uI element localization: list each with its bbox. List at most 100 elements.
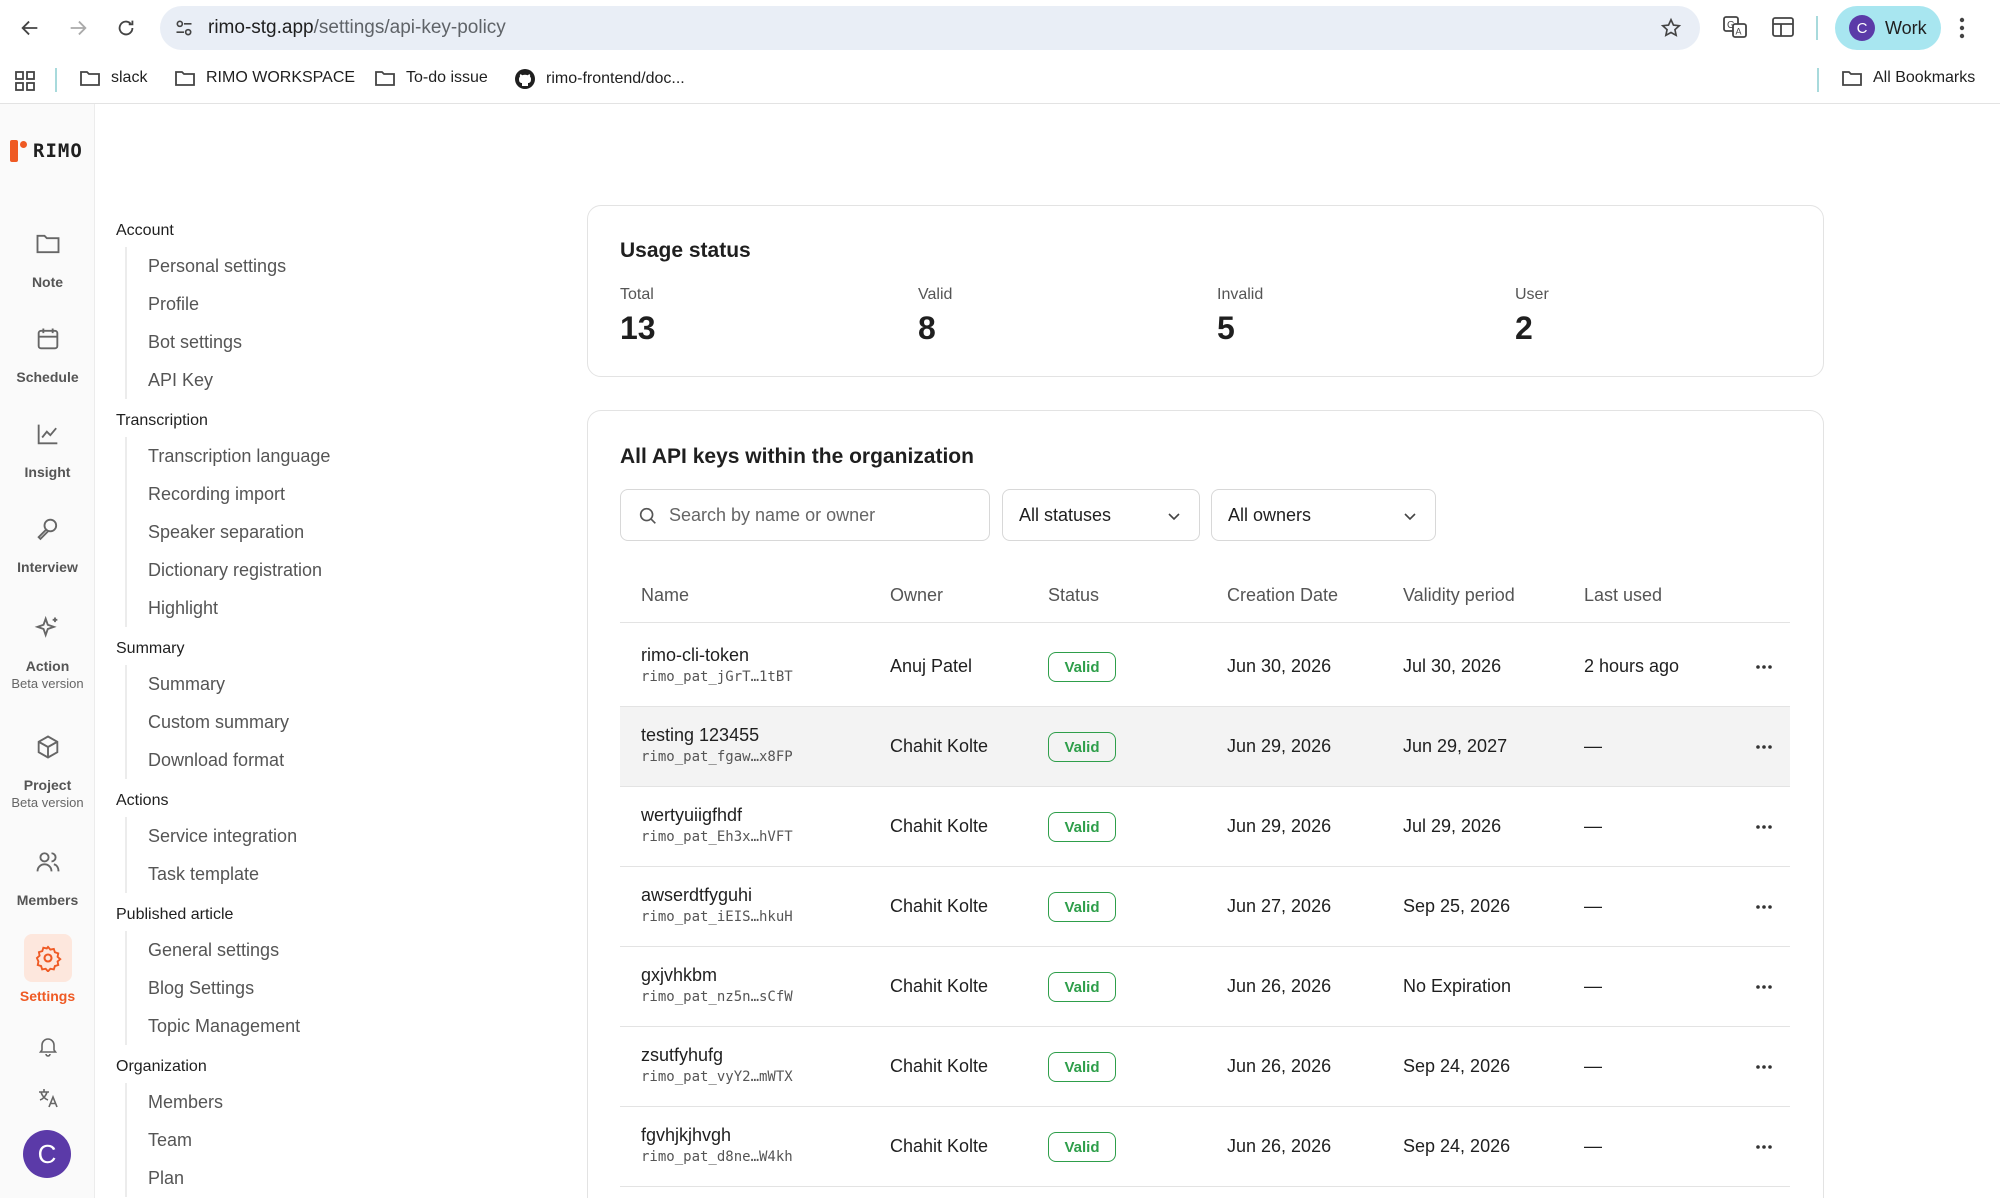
all-bookmarks-button[interactable]: All Bookmarks [1841, 68, 1975, 88]
more-options-icon[interactable] [1754, 1057, 1774, 1077]
settings-item-members[interactable]: Members [125, 1083, 223, 1121]
settings-item-transcription-language[interactable]: Transcription language [125, 437, 330, 475]
search-input[interactable] [669, 500, 969, 530]
key-name: wertyuiigfhdf [641, 805, 743, 825]
bookmark-rimo-workspace[interactable]: RIMO WORKSPACE [174, 68, 355, 88]
user-avatar[interactable]: C [23, 1130, 71, 1178]
column-header-name[interactable]: Name [641, 585, 689, 606]
calendar-icon [37, 328, 58, 350]
settings-item-highlight[interactable]: Highlight [125, 589, 218, 627]
address-bar[interactable]: rimo-stg.app/settings/api-key-policy [160, 6, 1700, 50]
svg-text:A: A [1736, 27, 1742, 37]
settings-section-summary: Summary [116, 640, 185, 657]
settings-item-personal-settings[interactable]: Personal settings [125, 247, 286, 285]
table-row[interactable]: rimo-cli-token rimo_pat_jGrT…1tBT Anuj P… [620, 627, 1790, 707]
more-options-icon[interactable] [1754, 897, 1774, 917]
table-row[interactable]: testing 123455 rimo_pat_fgaw…x8FP Chahit… [620, 707, 1790, 787]
more-options-icon[interactable] [1754, 657, 1774, 677]
key-token: rimo_pat_d8ne…W4kh [641, 1149, 793, 1165]
rail-label: Action [25, 658, 70, 674]
key-name: gxjvhkbm [641, 965, 718, 985]
table-row[interactable]: fgvhjkjhvgh rimo_pat_d8ne…W4kh Chahit Ko… [620, 1107, 1790, 1187]
app-rail: RIMO Note Schedule Insight Interview Act… [0, 104, 95, 1198]
back-button[interactable] [10, 8, 50, 48]
apps-grid-icon[interactable] [14, 70, 36, 92]
folder-icon [80, 71, 100, 86]
rail-item-action[interactable]: Action Beta version [0, 604, 95, 691]
more-options-icon[interactable] [1754, 1137, 1774, 1157]
key-owner: Chahit Kolte [890, 736, 989, 756]
settings-item-bot-settings[interactable]: Bot settings [125, 323, 242, 361]
bookmark-rimo-frontend[interactable]: rimo-frontend/doc... [514, 68, 685, 90]
language-button[interactable] [0, 1074, 95, 1122]
key-validity-period: Sep 24, 2026 [1403, 1056, 1511, 1076]
status-filter-select[interactable]: All statuses [1002, 489, 1200, 541]
rail-item-settings[interactable]: Settings [0, 934, 95, 1004]
rail-item-insight[interactable]: Insight [0, 410, 95, 480]
bookmark-slack[interactable]: slack [79, 68, 147, 88]
more-options-icon[interactable] [1754, 977, 1774, 997]
settings-item-speaker-separation[interactable]: Speaker separation [125, 513, 304, 551]
rail-item-note[interactable]: Note [0, 220, 95, 290]
folder-icon [175, 71, 195, 86]
key-validity-period: Sep 24, 2026 [1403, 1136, 1511, 1156]
settings-item-blog-settings[interactable]: Blog Settings [125, 969, 254, 1007]
owner-filter-select[interactable]: All owners [1211, 489, 1436, 541]
settings-item-service-integration[interactable]: Service integration [125, 817, 297, 855]
key-owner: Anuj Patel [890, 656, 973, 676]
reload-button[interactable] [106, 8, 146, 48]
key-name: rimo-cli-token [641, 645, 750, 665]
microphone-icon [36, 518, 57, 541]
side-panel-icon[interactable] [1770, 14, 1796, 40]
rail-item-project[interactable]: Project Beta version [0, 723, 95, 810]
more-options-icon[interactable] [1754, 737, 1774, 757]
search-field[interactable] [620, 489, 990, 541]
column-header-creation-date[interactable]: Creation Date [1227, 585, 1338, 606]
column-header-status[interactable]: Status [1048, 585, 1099, 606]
bookmark-todo-issue[interactable]: To-do issue [374, 68, 488, 88]
profile-chip[interactable]: C Work [1835, 6, 1941, 50]
more-options-icon[interactable] [1754, 817, 1774, 837]
usage-status-card: Usage status Total 13 Valid 8 Invalid 5 … [587, 205, 1824, 377]
logo-dot [20, 140, 27, 148]
table-row[interactable]: awserdtfyguhi rimo_pat_iEIS…hkuH Chahit … [620, 867, 1790, 947]
rail-item-schedule[interactable]: Schedule [0, 315, 95, 385]
stat-user: User 2 [1515, 286, 1549, 347]
table-header: Name Owner Status Creation Date Validity… [620, 573, 1790, 623]
settings-item-topic-management[interactable]: Topic Management [125, 1007, 300, 1045]
rail-item-members[interactable]: Members [0, 838, 95, 908]
settings-item-summary[interactable]: Summary [125, 665, 225, 703]
chevron-down-icon [1168, 513, 1180, 521]
column-header-last-used[interactable]: Last used [1584, 585, 1662, 606]
table-row[interactable]: gxjvhkbm rimo_pat_nz5n…sCfW Chahit Kolte… [620, 947, 1790, 1027]
rail-item-interview[interactable]: Interview [0, 505, 95, 575]
settings-item-recording-import[interactable]: Recording import [125, 475, 285, 513]
settings-item-custom-summary[interactable]: Custom summary [125, 703, 289, 741]
logo-mark [10, 140, 18, 162]
status-badge: Valid [1048, 812, 1116, 842]
column-header-owner[interactable]: Owner [890, 585, 943, 606]
table-row[interactable]: wertyuiigfhdf rimo_pat_Eh3x…hVFT Chahit … [620, 787, 1790, 867]
settings-item-download-format[interactable]: Download format [125, 741, 284, 779]
settings-item-profile[interactable]: Profile [125, 285, 199, 323]
notifications-button[interactable] [0, 1022, 95, 1070]
key-last-used: — [1584, 1056, 1602, 1076]
settings-item-api-key[interactable]: API Key [125, 361, 213, 399]
settings-item-dictionary-registration[interactable]: Dictionary registration [125, 551, 322, 589]
rimo-logo[interactable]: RIMO [10, 140, 83, 162]
status-badge: Valid [1048, 1052, 1116, 1082]
column-header-validity-period[interactable]: Validity period [1403, 585, 1515, 606]
settings-item-general-settings[interactable]: General settings [125, 931, 279, 969]
browser-menu-icon[interactable] [1958, 16, 1966, 40]
forward-button[interactable] [58, 8, 98, 48]
translate-icon[interactable]: GA [1722, 14, 1748, 40]
table-row[interactable]: zsutfyhufg rimo_pat_vyY2…mWTX Chahit Kol… [620, 1027, 1790, 1107]
folder-icon [1842, 71, 1862, 86]
status-badge: Valid [1048, 732, 1116, 762]
settings-item-task-template[interactable]: Task template [125, 855, 259, 893]
site-settings-icon[interactable] [174, 18, 194, 38]
stat-value: 2 [1515, 310, 1533, 346]
settings-item-team[interactable]: Team [125, 1121, 192, 1159]
bookmark-star-icon[interactable] [1660, 17, 1682, 39]
settings-item-plan[interactable]: Plan [125, 1159, 184, 1197]
